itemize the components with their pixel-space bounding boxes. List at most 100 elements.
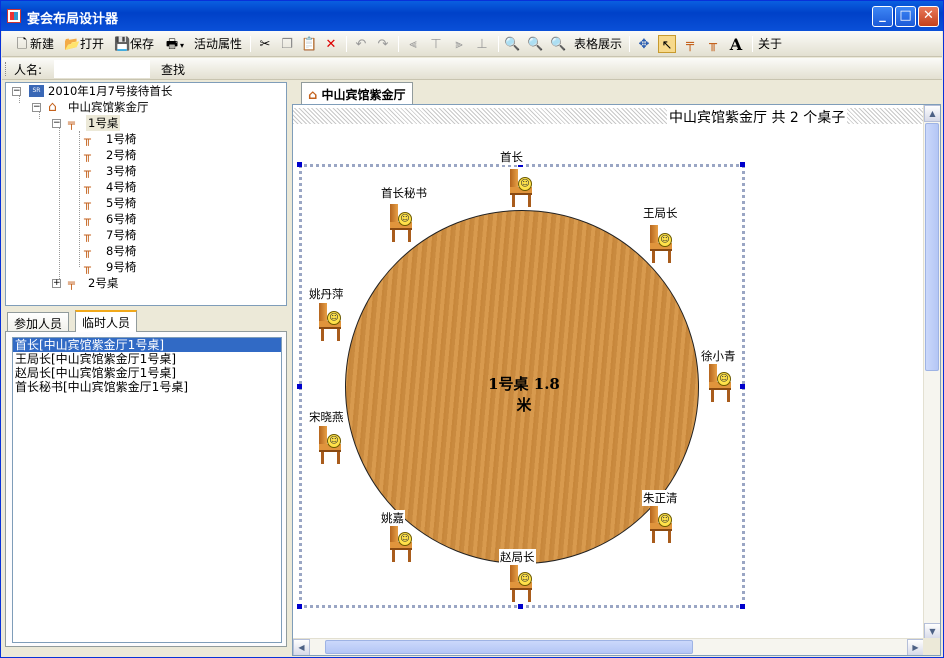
table-icon: ╤ xyxy=(68,276,75,290)
people-list[interactable]: 首长[中山宾馆紫金厅1号桌] 王局长[中山宾馆紫金厅1号桌] 赵局长[中山宾馆紫金厅… xyxy=(12,337,282,643)
collapse-icon[interactable]: − xyxy=(12,87,21,96)
copy-button[interactable]: ❐ xyxy=(279,35,295,53)
zoom-out-icon: 🔍 xyxy=(527,36,544,52)
resize-handle[interactable] xyxy=(297,604,302,609)
new-button[interactable]: 🗋 新建 xyxy=(14,35,54,53)
resize-handle[interactable] xyxy=(740,604,745,609)
chair-icon: ╥ xyxy=(84,196,91,210)
resize-handle[interactable] xyxy=(297,384,302,389)
chair-seat[interactable]: ☺ xyxy=(646,505,676,543)
scroll-corner xyxy=(923,638,940,655)
new-file-icon: 🗋 xyxy=(16,36,28,52)
activity-properties-button[interactable]: 活动属性 xyxy=(194,35,242,53)
search-bar: 人名: 查找 xyxy=(2,58,942,80)
align-top-icon: ⊤ xyxy=(430,36,442,52)
chair-tool-button[interactable]: ╥ xyxy=(705,35,721,53)
list-item[interactable]: 赵局长[中山宾馆紫金厅1号桌] xyxy=(13,366,281,380)
copy-icon: ❐ xyxy=(281,36,293,52)
text-tool-button[interactable]: A xyxy=(728,35,744,53)
table-group[interactable]: 1号桌 1.8米 ☺ 首长 ☺ 王局长 ☺ 徐小青 ☺ 朱正清 ☺ 赵局长 ☺ 姚嘉 ☺ 宋晓燕 ☺ 姚丹萍 ☺… xyxy=(296,149,746,612)
layout-canvas[interactable]: 中山宾馆紫金厅 共 2 个桌子 1号桌 1.8米 ☺ 首长 ☺ 王局长 ☺ 徐小青 ☺ 朱正清… xyxy=(292,104,941,656)
close-button[interactable]: ✕ xyxy=(918,6,939,27)
guest-name-label: 赵局长 xyxy=(499,549,536,565)
save-button[interactable]: 💾保存 xyxy=(114,35,154,53)
scissors-icon: ✂ xyxy=(259,36,271,52)
paste-button[interactable]: 📋 xyxy=(301,35,317,53)
align-right-button[interactable]: ⫸ xyxy=(451,35,467,53)
scroll-right-button[interactable]: ▶ xyxy=(907,639,924,655)
guest-smiley-icon: ☺ xyxy=(398,532,412,546)
horizontal-scrollbar[interactable]: ◀ ▶ xyxy=(293,638,924,655)
pan-tool-button[interactable]: ✥ xyxy=(636,35,652,53)
text-icon: A xyxy=(729,34,743,54)
expand-icon[interactable]: + xyxy=(52,279,61,288)
folder-open-icon: 📂 xyxy=(64,36,81,52)
print-button[interactable]: 🖶 ▾ xyxy=(164,35,184,53)
maximize-button[interactable]: □ xyxy=(895,6,916,27)
align-bottom-icon: ⊥ xyxy=(476,36,488,52)
minimize-button[interactable]: _ xyxy=(872,6,893,27)
open-button[interactable]: 📂打开 xyxy=(64,35,104,53)
resize-handle[interactable] xyxy=(297,162,302,167)
redo-button[interactable]: ↷ xyxy=(375,35,391,53)
zoom-fit-button[interactable]: 🔍 xyxy=(550,35,566,53)
collapse-icon[interactable]: − xyxy=(52,119,61,128)
list-item[interactable]: 首长秘书[中山宾馆紫金厅1号桌] xyxy=(13,380,281,394)
guest-name-label: 王局长 xyxy=(642,205,679,221)
left-panel: − SR 2010年1月7号接待首长 − ⌂ 中山宾馆紫金厅 − ╤ 1号桌 ╥… xyxy=(5,82,287,656)
horizontal-scroll-thumb[interactable] xyxy=(325,640,693,654)
list-item[interactable]: 首长[中山宾馆紫金厅1号桌] xyxy=(13,338,281,352)
find-button[interactable]: 查找 xyxy=(161,61,185,78)
resize-handle[interactable] xyxy=(518,604,523,609)
undo-icon: ↶ xyxy=(355,36,367,52)
about-button[interactable]: 关于 xyxy=(758,35,782,53)
design-panel: ⌂ 中山宾馆紫金厅 中山宾馆紫金厅 共 2 个桌子 1号桌 1.8米 ☺ 首长 ☺ 王… xyxy=(292,82,941,656)
chair-icon: ╥ xyxy=(84,180,91,194)
cut-button[interactable]: ✂ xyxy=(257,35,273,53)
venue-tree: − SR 2010年1月7号接待首长 − ⌂ 中山宾馆紫金厅 − ╤ 1号桌 ╥… xyxy=(5,82,287,306)
guest-smiley-icon: ☺ xyxy=(658,233,672,247)
guest-smiley-icon: ☺ xyxy=(518,177,532,191)
scroll-up-button[interactable]: ▲ xyxy=(924,105,940,122)
zoom-in-icon: 🔍 xyxy=(504,36,521,52)
app-icon xyxy=(7,9,21,23)
undo-button[interactable]: ↶ xyxy=(353,35,369,53)
tab-participants[interactable]: 参加人员 xyxy=(7,312,70,332)
paste-icon: 📋 xyxy=(301,36,318,52)
zoom-in-button[interactable]: 🔍 xyxy=(504,35,520,53)
align-top-button[interactable]: ⊤ xyxy=(428,35,444,53)
vertical-scrollbar[interactable]: ▲ ▼ xyxy=(923,105,940,640)
name-search-input[interactable] xyxy=(54,60,150,78)
chair-seat[interactable]: ☺ xyxy=(506,564,536,602)
chair-seat[interactable]: ☺ xyxy=(506,169,536,207)
chair-seat[interactable]: ☺ xyxy=(386,524,416,562)
chair-seat[interactable]: ☺ xyxy=(315,426,345,464)
guest-name-label: 宋晓燕 xyxy=(308,409,345,425)
tab-temporary[interactable]: 临时人员 xyxy=(75,310,138,332)
delete-button[interactable]: ✕ xyxy=(323,35,339,53)
align-bottom-button[interactable]: ⊥ xyxy=(474,35,490,53)
tab-venue-document[interactable]: ⌂ 中山宾馆紫金厅 xyxy=(301,82,413,105)
collapse-icon[interactable]: − xyxy=(32,103,41,112)
pointer-tool-button[interactable]: ↖ xyxy=(658,35,676,53)
align-right-icon: ⫸ xyxy=(455,36,463,52)
vertical-scroll-thumb[interactable] xyxy=(925,123,939,371)
chair-seat[interactable]: ☺ xyxy=(386,204,416,242)
zoom-fit-icon: 🔍 xyxy=(550,36,567,52)
chair-seat[interactable]: ☺ xyxy=(315,303,345,341)
chair-seat[interactable]: ☺ xyxy=(705,364,735,402)
align-left-button[interactable]: ⫷ xyxy=(405,35,421,53)
resize-handle[interactable] xyxy=(740,384,745,389)
window-title: 宴会布局设计器 xyxy=(27,12,119,27)
scroll-left-button[interactable]: ◀ xyxy=(293,639,310,655)
guest-smiley-icon: ☺ xyxy=(327,311,341,325)
list-item[interactable]: 王局长[中山宾馆紫金厅1号桌] xyxy=(13,352,281,366)
chair-seat[interactable]: ☺ xyxy=(646,225,676,263)
table-tool-button[interactable]: ╤ xyxy=(682,35,698,53)
zoom-out-button[interactable]: 🔍 xyxy=(527,35,543,53)
chair-icon: ╥ xyxy=(84,260,91,274)
pointer-icon: ↖ xyxy=(661,37,673,53)
name-label: 人名: xyxy=(14,63,43,77)
table-view-button[interactable]: 表格展示 xyxy=(574,35,622,53)
resize-handle[interactable] xyxy=(740,162,745,167)
